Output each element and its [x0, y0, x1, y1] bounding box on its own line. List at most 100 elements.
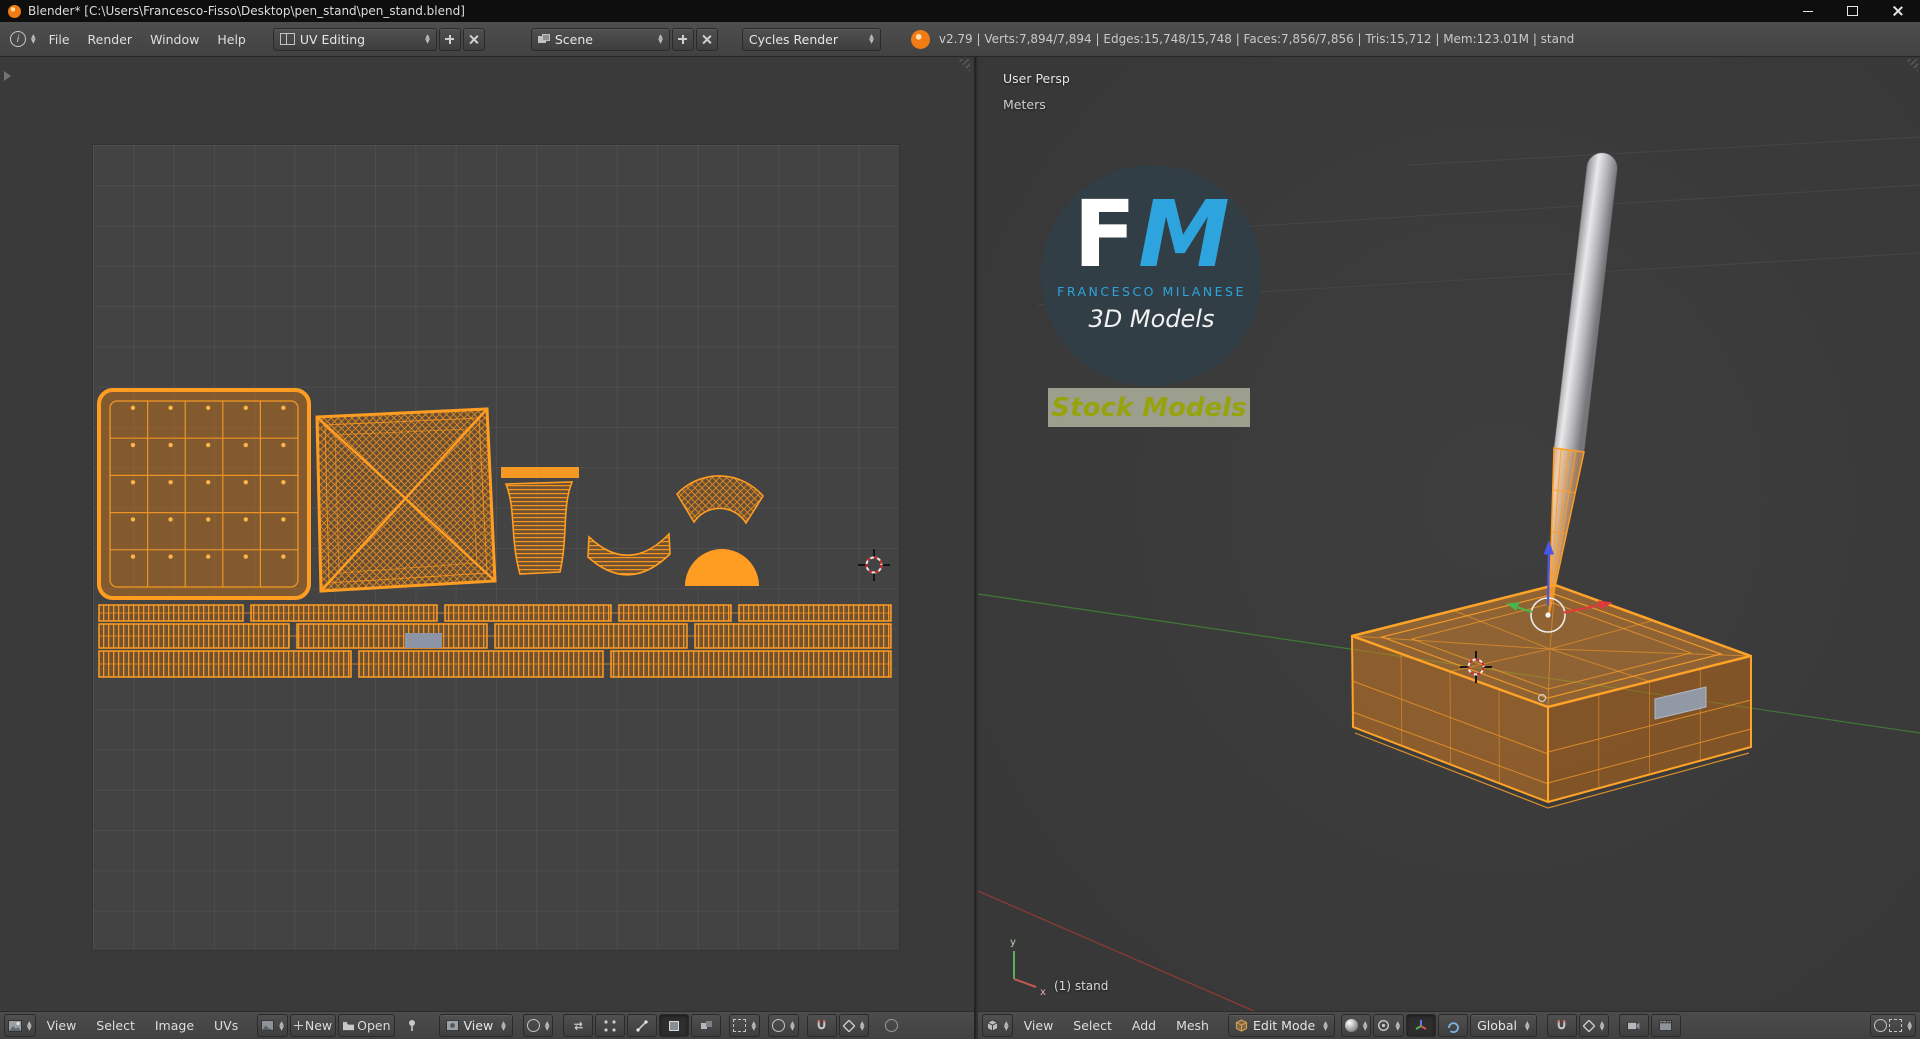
uv-image-editor-region: View Select Image UVs New Open View [0, 57, 976, 1039]
menu-render[interactable]: Render [79, 32, 142, 47]
open-button-label: Open [357, 1018, 391, 1033]
image-pin-button[interactable] [397, 1014, 427, 1037]
uv-snap-toggle-button[interactable] [806, 1014, 837, 1037]
uv-proportional-edit-button[interactable] [768, 1014, 799, 1037]
minimize-button[interactable] [1785, 0, 1830, 22]
dropdown-arrows-icon [279, 1021, 284, 1031]
pen-object[interactable] [1548, 152, 1618, 616]
screen-layout-selector[interactable]: UV Editing [272, 27, 437, 51]
edge-select-icon [636, 1019, 649, 1032]
opengl-render-anim-button[interactable] [1650, 1014, 1681, 1037]
mini-axis-x-label: x [1040, 987, 1046, 998]
v3d-menu-add[interactable]: Add [1123, 1018, 1165, 1033]
uv-pivot-button[interactable] [522, 1014, 554, 1037]
uv-mode-value: View [463, 1018, 494, 1033]
titlebar: Blender* [C:\Users\Francesco-Fisso\Deskt… [0, 0, 1920, 22]
uv-menu-view[interactable]: View [38, 1018, 86, 1033]
uv-canvas[interactable] [92, 144, 900, 951]
uv-sticky-select-button[interactable] [729, 1014, 761, 1037]
uv-island-column[interactable] [501, 467, 579, 575]
close-icon [702, 35, 711, 44]
close-button[interactable] [1875, 0, 1920, 22]
image-browse-button[interactable] [257, 1014, 288, 1037]
v3d-menu-select[interactable]: Select [1064, 1018, 1121, 1033]
header-more-button[interactable] [1870, 1014, 1916, 1037]
dropdown-arrows-icon [545, 1021, 550, 1031]
snap-element-button[interactable] [1578, 1014, 1609, 1037]
mode-selector[interactable]: Edit Mode [1227, 1014, 1335, 1037]
uv-menu-image[interactable]: Image [146, 1018, 203, 1033]
viewport-shading-button[interactable] [1340, 1014, 1372, 1037]
delete-layout-button[interactable] [462, 27, 485, 51]
mini-axis-y-label: y [1010, 937, 1016, 948]
snap-toggle-button[interactable] [1546, 1014, 1577, 1037]
uv-menu-select[interactable]: Select [87, 1018, 144, 1033]
pin-icon [408, 1020, 415, 1031]
uv-draw-other-objects-button[interactable] [877, 1014, 907, 1037]
dropdown-arrows-icon [501, 1021, 506, 1031]
uv-island-select-button[interactable] [691, 1014, 722, 1037]
region-expand-arrow-icon[interactable] [4, 71, 11, 81]
uv-mode-selector[interactable]: View [438, 1014, 513, 1037]
uv-unselected-face[interactable] [405, 633, 442, 648]
uv-sync-select-button[interactable] [563, 1014, 594, 1037]
render-engine-value: Cycles Render [748, 31, 839, 47]
plus-icon [293, 1021, 303, 1030]
render-engine-selector[interactable]: Cycles Render [741, 27, 881, 51]
transform-orientation-selector[interactable]: Global [1470, 1014, 1537, 1037]
region-split-grip[interactable] [957, 59, 970, 72]
manipulator-axes-icon [1415, 1019, 1427, 1030]
island-select-icon [700, 1020, 712, 1029]
viewport-editor-type-button[interactable] [982, 1014, 1013, 1037]
image-datablock-icon [261, 1020, 275, 1031]
v3d-menu-mesh[interactable]: Mesh [1167, 1018, 1218, 1033]
menu-help[interactable]: Help [208, 32, 255, 47]
active-object-label: (1) stand [1054, 979, 1109, 993]
delete-scene-button[interactable] [695, 27, 718, 51]
dropdown-arrows-icon [1363, 1021, 1368, 1031]
manipulator-rotate-button[interactable] [1438, 1014, 1469, 1037]
uv-2d-cursor[interactable] [858, 549, 890, 581]
uv-menu-uvs[interactable]: UVs [205, 1018, 247, 1033]
maximize-button[interactable] [1830, 0, 1875, 22]
info-header: File Render Window Help UV Editing Scene… [0, 22, 1920, 57]
pen-stand-base[interactable] [1350, 583, 1753, 809]
manipulator-translate-button[interactable] [1406, 1014, 1437, 1037]
folder-icon [343, 1021, 355, 1031]
edit-mode-icon [1235, 1019, 1248, 1032]
uv-editor-type-button[interactable] [4, 1014, 36, 1037]
uv-snap-element-button[interactable] [838, 1014, 869, 1037]
info-icon [10, 31, 26, 47]
image-open-button[interactable]: Open [338, 1014, 395, 1037]
view-mode-icon [445, 1020, 459, 1031]
v3d-menu-view[interactable]: View [1015, 1018, 1063, 1033]
uv-island-base-top[interactable] [315, 407, 497, 593]
scene-selector[interactable]: Scene [530, 27, 670, 51]
uv-face-select-button[interactable] [659, 1014, 690, 1037]
dropdown-arrows-icon [1395, 1021, 1400, 1031]
uv-vertex-select-button[interactable] [595, 1014, 626, 1037]
menu-window[interactable]: Window [141, 32, 208, 47]
uv-edge-select-button[interactable] [627, 1014, 658, 1037]
uv-island-lid[interactable] [97, 388, 311, 600]
uv-editor-header: View Select Image UVs New Open View [0, 1011, 974, 1039]
uv-island-strips[interactable] [98, 604, 892, 678]
info-editor-type-button[interactable] [6, 28, 40, 51]
uv-layout [97, 388, 892, 678]
image-new-button[interactable]: New [289, 1014, 337, 1037]
add-scene-button[interactable] [671, 27, 694, 51]
uv-island-fan[interactable] [675, 475, 764, 586]
menu-file[interactable]: File [40, 32, 79, 47]
window-title: Blender* [C:\Users\Francesco-Fisso\Deskt… [28, 4, 465, 18]
pivot-point-button[interactable] [1373, 1014, 1405, 1037]
uv-island-ribbon[interactable] [587, 532, 671, 576]
add-layout-button[interactable] [438, 27, 461, 51]
magnet-icon [1557, 1019, 1566, 1030]
dropdown-arrows-icon [658, 34, 663, 44]
dropdown-arrows-icon [1323, 1021, 1328, 1031]
watermark-models-label: 3D Models [1088, 305, 1215, 334]
watermark-logo: F M FRANCESCO MILANESE 3D Models [1041, 165, 1262, 386]
opengl-render-image-button[interactable] [1618, 1014, 1649, 1037]
manipulator-toggle-icon [1874, 1019, 1888, 1032]
proportional-icon [1889, 1019, 1903, 1032]
